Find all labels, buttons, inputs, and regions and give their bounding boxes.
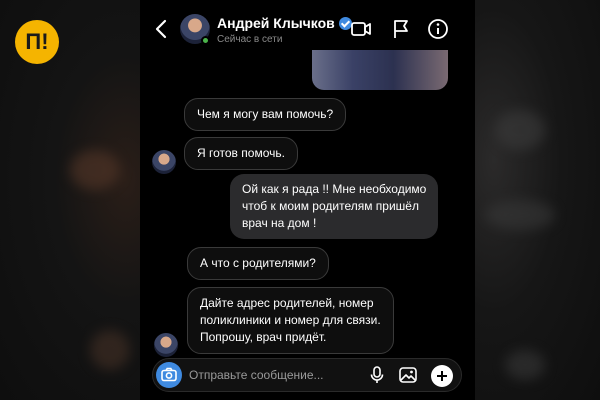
message-incoming: Я готов помочь.	[184, 137, 298, 170]
plus-icon	[437, 371, 447, 381]
message-incoming: Чем я могу вам помочь?	[184, 98, 347, 131]
contact-name-text: Андрей Клычков	[217, 15, 335, 31]
message-text: Я готов помочь.	[197, 146, 285, 160]
message-line: Ой как я рада !! Мне необходимо	[242, 182, 427, 196]
contact-name[interactable]: Андрей Клычков	[217, 15, 352, 31]
message-line: Попрошу, врач придёт.	[200, 330, 327, 344]
attach-button[interactable]	[431, 365, 453, 387]
background-right	[475, 0, 600, 400]
message-line: врач на дом !	[242, 216, 317, 230]
logo-text: П!	[25, 29, 49, 54]
sender-avatar[interactable]	[154, 333, 178, 357]
flag-icon[interactable]	[390, 18, 412, 40]
sender-avatar[interactable]	[152, 150, 176, 174]
camera-icon	[161, 367, 177, 382]
info-icon[interactable]	[427, 18, 449, 40]
message-line: поликлиники и номер для связи.	[200, 313, 381, 327]
photo-message[interactable]	[312, 50, 448, 90]
background-left	[0, 0, 140, 400]
message-composer[interactable]: Отправьте сообщение...	[152, 358, 462, 392]
camera-button[interactable]	[156, 362, 182, 388]
publisher-logo: П!	[15, 20, 59, 64]
message-text: Чем я могу вам помочь?	[197, 107, 334, 121]
message-incoming: А что с родителями?	[187, 247, 329, 280]
back-icon[interactable]	[152, 18, 172, 40]
message-line: Дайте адрес родителей, номер	[200, 296, 374, 310]
message-incoming: Дайте адрес родителей, номер поликлиники…	[187, 287, 394, 354]
contact-status: Сейчас в сети	[217, 34, 283, 45]
online-indicator	[201, 36, 210, 45]
message-input[interactable]: Отправьте сообщение...	[189, 368, 324, 382]
chat-screen: Андрей Клычков Сейчас в сети Чем я могу …	[140, 0, 475, 400]
gallery-icon[interactable]	[398, 365, 418, 385]
message-outgoing: Ой как я рада !! Мне необходимо чтоб к м…	[230, 174, 439, 239]
message-text: А что с родителями?	[200, 256, 316, 270]
video-call-icon[interactable]	[350, 18, 372, 40]
microphone-icon[interactable]	[367, 365, 387, 385]
message-line: чтоб к моим родителям пришёл	[242, 199, 419, 213]
